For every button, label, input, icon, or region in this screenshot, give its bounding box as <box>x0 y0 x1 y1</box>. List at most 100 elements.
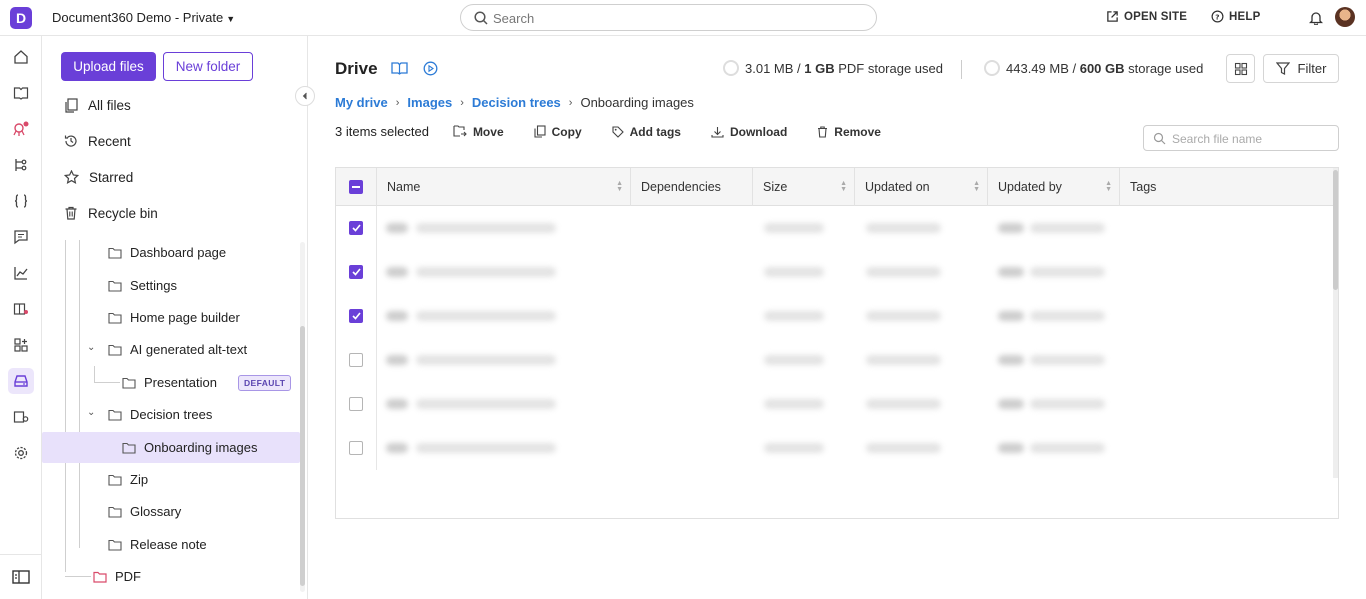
book-open-icon[interactable] <box>391 61 408 75</box>
column-name[interactable]: Name ▲ ▼ <box>377 168 631 206</box>
table-row[interactable] <box>336 338 1338 382</box>
sidebar-scrollbar-thumb[interactable] <box>300 326 305 586</box>
move-button[interactable]: Move <box>453 125 504 139</box>
folder-glossary[interactable]: Glossary <box>108 496 298 527</box>
row-checkbox[interactable] <box>349 441 363 455</box>
breadcrumb-images[interactable]: Images <box>407 95 452 110</box>
folder-settings[interactable]: Settings <box>108 270 298 301</box>
copy-button[interactable]: Copy <box>534 125 582 139</box>
folder-decision-trees[interactable]: Decision trees <box>108 399 298 430</box>
nav-all-files[interactable]: All files <box>64 95 131 115</box>
remove-button[interactable]: Remove <box>817 125 881 139</box>
help-link[interactable]: ? HELP <box>1211 10 1260 23</box>
row-checkbox[interactable] <box>349 309 363 323</box>
book-icon[interactable] <box>8 80 34 106</box>
download-button[interactable]: Download <box>711 125 787 139</box>
folder-label: Home page builder <box>130 310 240 325</box>
column-size[interactable]: Size ▲ ▼ <box>753 168 855 206</box>
table-scrollbar[interactable] <box>1333 168 1338 478</box>
folder-label: Dashboard page <box>130 245 227 260</box>
breadcrumb-decision-trees[interactable]: Decision trees <box>472 95 561 110</box>
workflow-icon[interactable] <box>8 152 34 178</box>
table-row[interactable] <box>336 382 1338 426</box>
row-checkbox-cell <box>336 382 377 426</box>
feedback-icon[interactable] <box>8 224 34 250</box>
home-icon[interactable] <box>8 44 34 70</box>
open-site-link[interactable]: OPEN SITE <box>1106 10 1187 23</box>
row-checkbox[interactable] <box>349 221 363 235</box>
folder-label: Presentation <box>144 375 217 390</box>
gear-icon[interactable] <box>8 440 34 466</box>
settings-book-icon[interactable] <box>8 404 34 430</box>
blurred-cell-content <box>416 399 556 409</box>
grid-view-button[interactable] <box>1226 54 1255 83</box>
external-link-icon <box>1107 11 1118 22</box>
table-row[interactable] <box>336 426 1338 470</box>
nav-recycle-bin[interactable]: Recycle bin <box>64 203 158 223</box>
folder-presentation[interactable]: Presentation DEFAULT <box>122 367 298 398</box>
column-updated-by[interactable]: Updated by ▲ ▼ <box>988 168 1120 206</box>
search-icon <box>1153 132 1166 145</box>
collapse-sidebar-button[interactable] <box>295 86 315 106</box>
blurred-cell-content <box>998 355 1024 365</box>
sidebar-toggle-icon[interactable] <box>8 564 34 590</box>
folder-dashboard-page[interactable]: Dashboard page <box>108 240 298 268</box>
blurred-cell-content <box>386 267 408 277</box>
remove-label: Remove <box>834 124 881 139</box>
storage-used: 443.49 MB <box>1006 60 1069 76</box>
folder-tree: Dashboard page Settings Home page builde… <box>42 240 302 599</box>
ai-assistant-icon[interactable] <box>8 116 34 142</box>
open-site-label: OPEN SITE <box>1124 11 1188 23</box>
pdf-storage-total: 1 GB <box>804 60 835 76</box>
select-all-checkbox[interactable] <box>349 180 363 194</box>
folder-home-page-builder[interactable]: Home page builder <box>108 302 298 333</box>
search-placeholder: Search <box>493 11 535 26</box>
folder-release-note[interactable]: Release note <box>108 529 298 560</box>
global-search[interactable]: Search <box>460 4 877 31</box>
add-tags-button[interactable]: Add tags <box>612 125 681 139</box>
breadcrumb-my-drive[interactable]: My drive <box>335 95 388 110</box>
row-checkbox[interactable] <box>349 397 363 411</box>
document360-logo[interactable]: D <box>10 7 32 29</box>
blurred-cell-content <box>416 311 556 321</box>
table-row[interactable] <box>336 206 1338 250</box>
table-row[interactable] <box>336 294 1338 338</box>
table-row[interactable] <box>336 250 1338 294</box>
column-dependencies: Dependencies <box>631 168 753 206</box>
blurred-cell-content <box>386 443 408 453</box>
chevron-right-icon: › <box>395 96 400 109</box>
row-checkbox[interactable] <box>349 265 363 279</box>
user-avatar[interactable] <box>1335 7 1355 27</box>
history-icon <box>64 135 77 147</box>
new-folder-button[interactable]: New folder <box>163 52 253 81</box>
nav-recent[interactable]: Recent <box>64 131 131 151</box>
folder-onboarding-images[interactable]: Onboarding images <box>42 432 300 463</box>
project-switcher[interactable]: Document360 Demo - Private ▼ <box>52 10 235 25</box>
play-circle-icon[interactable] <box>423 61 438 76</box>
widgets-icon[interactable] <box>8 332 34 358</box>
chevron-down-icon[interactable]: ⌄ <box>87 407 95 418</box>
nav-starred[interactable]: Starred <box>64 167 133 187</box>
column-label: Size <box>763 180 788 194</box>
bell-icon[interactable] <box>1309 10 1323 25</box>
analytics-icon[interactable] <box>8 260 34 286</box>
folder-zip[interactable]: Zip <box>108 464 298 495</box>
folder-ai-generated-alt-text[interactable]: AI generated alt-text <box>108 334 298 365</box>
download-label: Download <box>729 124 788 139</box>
drive-icon[interactable] <box>8 368 34 394</box>
chevron-down-icon[interactable]: ⌄ <box>87 342 95 353</box>
column-updated-on[interactable]: Updated on ▲ ▼ <box>855 168 988 206</box>
code-braces-icon[interactable] <box>8 188 34 214</box>
app-rail <box>0 36 42 599</box>
drive-sidebar: Upload files New folder All files Recent… <box>42 36 315 599</box>
table-scrollbar-thumb[interactable] <box>1333 170 1338 290</box>
filter-button[interactable]: Filter <box>1263 54 1339 83</box>
file-name-search[interactable]: Search file name <box>1143 125 1339 151</box>
upload-files-button[interactable]: Upload files <box>61 52 156 81</box>
row-checkbox[interactable] <box>349 353 363 367</box>
folder-pdf[interactable]: PDF <box>93 561 283 592</box>
blurred-cell-content <box>764 355 824 365</box>
knowledge-base-icon[interactable] <box>8 296 34 322</box>
trash-icon <box>65 206 77 220</box>
blurred-cell-content <box>416 443 556 453</box>
